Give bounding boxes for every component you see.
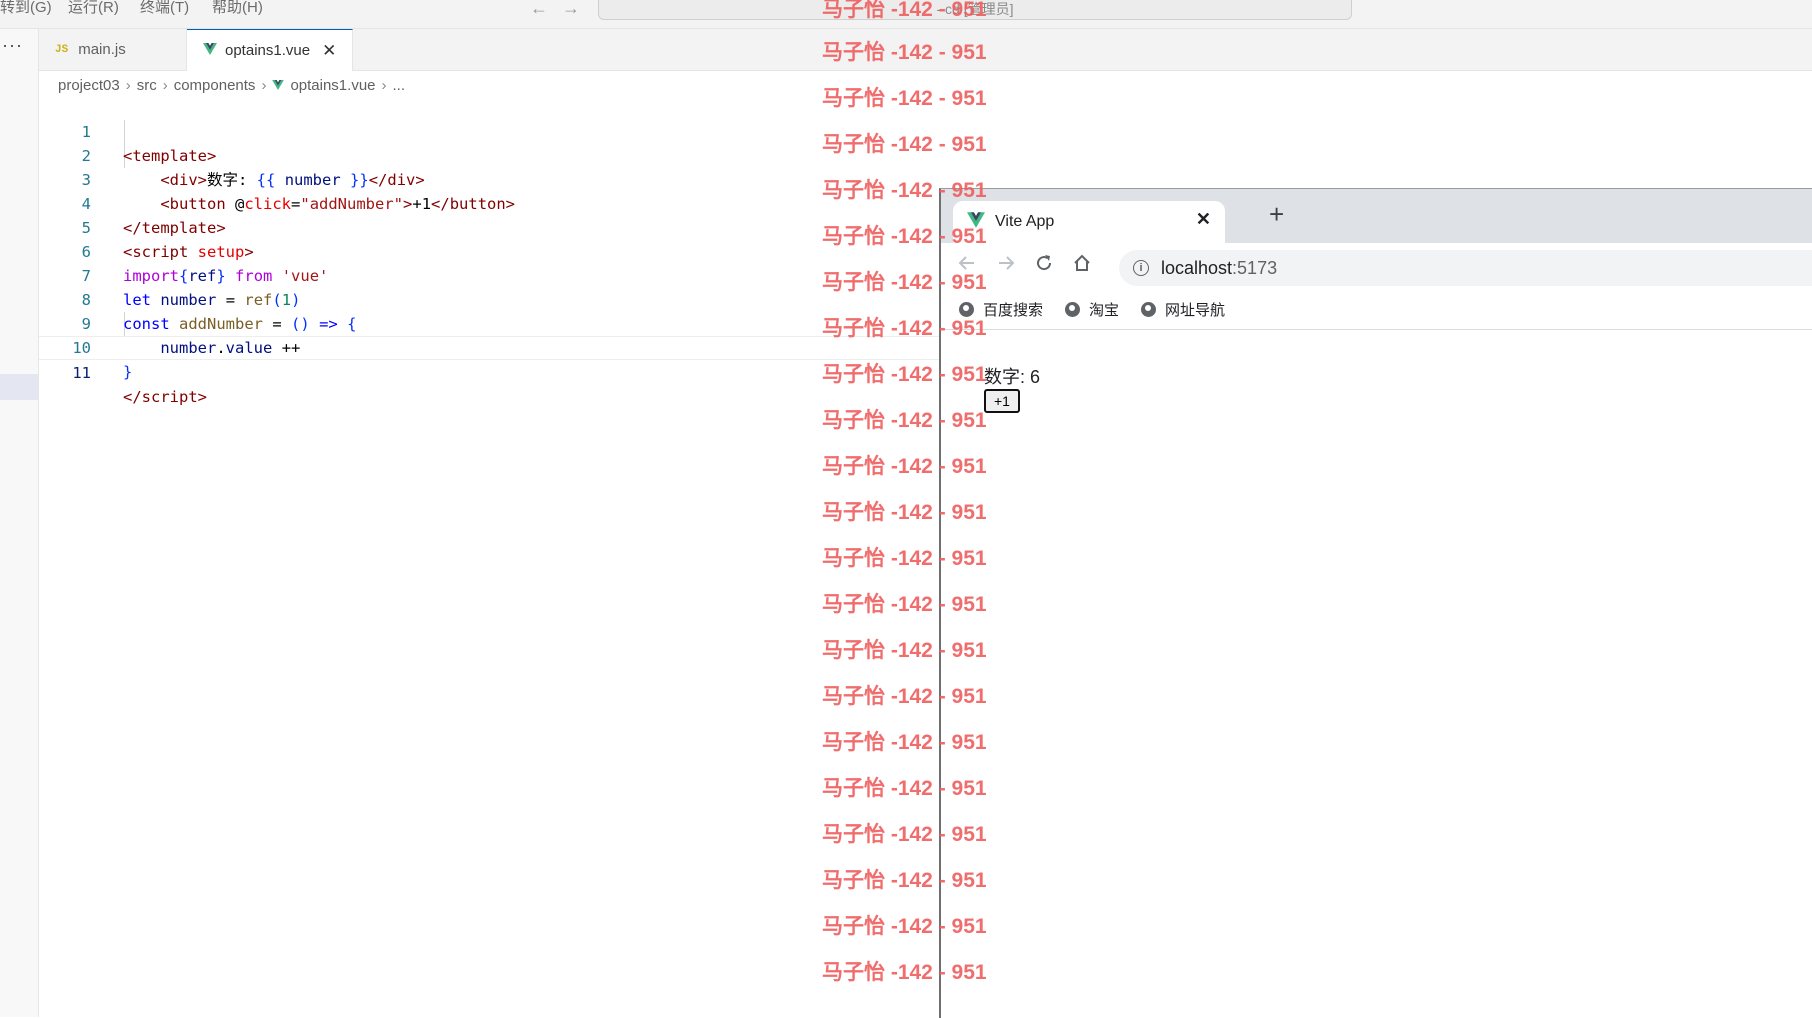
editor-tab-bar: JS main.js optains1.vue ✕ (39, 29, 1812, 71)
browser-tab-title: Vite App (995, 213, 1055, 230)
page-content: 数字: 6 +1 (941, 330, 1812, 1018)
browser-window: Vite App ✕ + i localhost:5173 百度搜索 淘宝 网址… (939, 188, 1812, 1018)
code-text: } (123, 363, 133, 381)
url-text: localhost:5173 (1161, 258, 1278, 278)
breadcrumb: project03 › src › components › optains1.… (58, 77, 405, 94)
back-arrow-icon[interactable]: ← (530, 0, 548, 19)
menu-run[interactable]: 运行(R) (68, 0, 119, 16)
chevron-right-icon: › (381, 77, 387, 94)
bookmark-label: 淘宝 (1089, 302, 1120, 319)
forward-icon[interactable] (996, 253, 1016, 279)
reload-icon[interactable] (1034, 253, 1054, 279)
menu-bar: 转到(G) 运行(R) 终端(T) 帮助(H) ← → - cd [管理员] (0, 0, 1812, 29)
menu-goto[interactable]: 转到(G) (0, 0, 52, 16)
bookmark-nav[interactable]: 网址导航 (1141, 299, 1225, 320)
activity-bar: ··· (0, 29, 39, 1017)
bookmark-taobao[interactable]: 淘宝 (1065, 299, 1119, 320)
forward-arrow-icon[interactable]: → (562, 0, 580, 19)
browser-tab[interactable]: Vite App ✕ (953, 201, 1225, 243)
vue-icon (967, 211, 985, 233)
globe-icon (1141, 302, 1156, 317)
vue-icon (272, 77, 285, 94)
breadcrumb-item[interactable]: ... (393, 77, 406, 94)
code-line[interactable]: 3 <button @click="addNumber">+1</button> (39, 144, 939, 213)
more-icon[interactable]: ··· (2, 35, 23, 56)
menu-help[interactable]: 帮助(H) (212, 0, 263, 16)
vue-icon (203, 42, 217, 59)
code-line[interactable]: 1 <template> (39, 96, 939, 165)
code-line[interactable]: 10 } (39, 312, 939, 381)
bookmarks-bar: 百度搜索 淘宝 网址导航 (941, 293, 1812, 330)
increment-button[interactable]: +1 (984, 389, 1020, 413)
tab-main-js[interactable]: JS main.js (39, 29, 187, 70)
breadcrumb-item[interactable]: src (137, 77, 157, 94)
tab-optains1-vue[interactable]: optains1.vue ✕ (187, 29, 353, 71)
line-number: 11 (72, 364, 91, 382)
bookmark-label: 网址导航 (1165, 302, 1226, 319)
chevron-right-icon: › (261, 77, 267, 94)
chevron-right-icon: › (125, 77, 131, 94)
code-text: </script> (123, 388, 207, 406)
globe-icon (959, 302, 974, 317)
tab-label: main.js (78, 41, 126, 58)
code-line[interactable]: 7 let number = ref(1) (39, 240, 939, 309)
code-line[interactable]: 8 const addNumber = () => { (39, 264, 939, 333)
code-line[interactable]: 9 number.value ++ (39, 288, 939, 357)
chevron-right-icon: › (162, 77, 168, 94)
number-display: 数字: 6 (984, 367, 1041, 387)
code-line[interactable]: 6 import{ref} from 'vue' (39, 216, 939, 285)
breadcrumb-item[interactable]: project03 (58, 77, 120, 94)
browser-tab-strip: Vite App ✕ + (941, 189, 1812, 243)
close-icon[interactable]: ✕ (1196, 209, 1211, 230)
bookmark-baidu[interactable]: 百度搜索 (959, 299, 1043, 320)
close-icon[interactable]: ✕ (322, 41, 336, 61)
home-icon[interactable] (1072, 253, 1092, 279)
javascript-icon: JS (55, 43, 69, 56)
breadcrumb-item[interactable]: components (174, 77, 256, 94)
code-line-current[interactable]: 11 </script> (39, 336, 939, 406)
code-line[interactable]: 5 <script setup> (39, 192, 939, 261)
bookmark-label: 百度搜索 (983, 302, 1044, 319)
back-icon[interactable] (957, 253, 977, 279)
tab-label: optains1.vue (225, 42, 311, 59)
globe-icon (1065, 302, 1080, 317)
new-tab-icon[interactable]: + (1269, 199, 1284, 230)
activity-selection (0, 374, 38, 400)
command-center-text: - cd [管理员] (936, 1, 1014, 17)
code-line[interactable]: 4 </template> (39, 168, 939, 237)
address-bar[interactable]: i localhost:5173 (1119, 250, 1812, 286)
info-icon[interactable]: i (1133, 260, 1149, 276)
command-center[interactable]: - cd [管理员] (598, 0, 1352, 20)
browser-toolbar: i localhost:5173 (941, 243, 1812, 293)
breadcrumb-item[interactable]: optains1.vue (290, 77, 375, 94)
menu-terminal[interactable]: 终端(T) (140, 0, 189, 16)
code-line[interactable]: 2 <div>数字: {{ number }}</div> (39, 120, 939, 189)
